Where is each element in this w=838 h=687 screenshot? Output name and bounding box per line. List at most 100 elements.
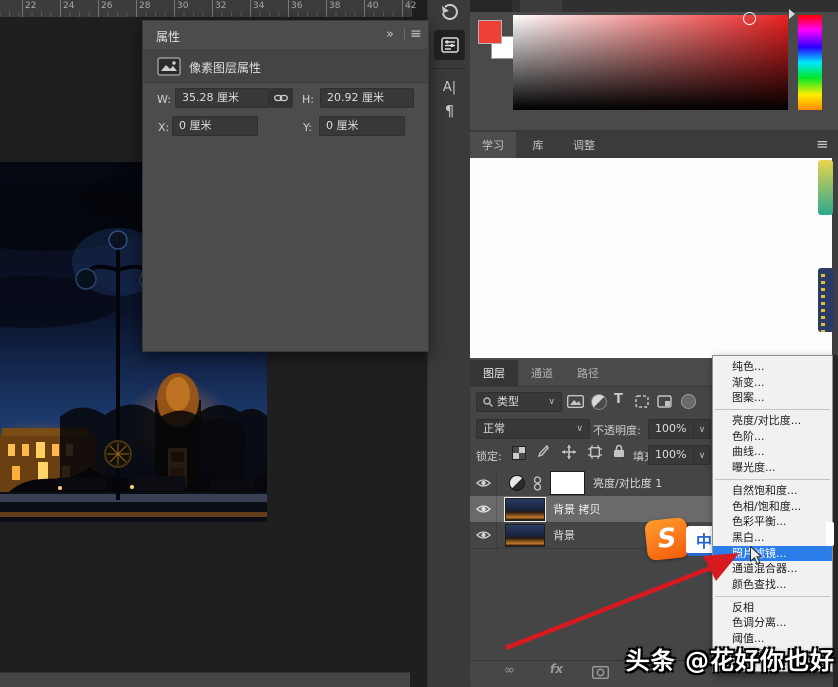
width-input[interactable]: 35.28 厘米 xyxy=(175,88,269,108)
swatches-tab-stub[interactable] xyxy=(520,0,562,12)
lock-position-icon[interactable] xyxy=(562,445,576,459)
filter-shape-icon[interactable] xyxy=(635,395,649,408)
tab-paths[interactable]: 路径 xyxy=(566,360,610,386)
layer-thumbnail[interactable] xyxy=(505,524,545,547)
menu-item-photo-filter[interactable]: 照片滤镜... xyxy=(713,546,832,562)
ruler-tick: 26 xyxy=(101,1,112,11)
layer-name: 背景 拷贝 xyxy=(553,501,601,517)
menu-item-levels[interactable]: 色阶... xyxy=(713,429,832,445)
lock-paint-icon[interactable] xyxy=(536,445,549,459)
ruler-tick: 34 xyxy=(253,1,264,11)
layer-mask-thumbnail[interactable] xyxy=(550,471,585,495)
lock-all-icon[interactable] xyxy=(613,444,625,458)
menu-separator xyxy=(715,596,830,597)
blend-mode-select[interactable]: 正常 ∨ xyxy=(476,419,590,439)
hue-slider[interactable] xyxy=(798,15,822,110)
opacity-value[interactable]: 100% xyxy=(648,419,696,439)
color-tab-stub[interactable] xyxy=(470,0,512,12)
panel-menu-icon[interactable]: ≡ xyxy=(816,135,829,153)
filter-toggle-icon[interactable] xyxy=(681,394,696,409)
tab-channels[interactable]: 通道 xyxy=(520,360,564,386)
menu-item-channel-mixer[interactable]: 通道混合器... xyxy=(713,561,832,577)
menu-item-pattern[interactable]: 图案... xyxy=(713,390,832,406)
menu-item-gradient[interactable]: 渐变... xyxy=(713,375,832,391)
properties-header: 像素图层属性 xyxy=(143,50,428,83)
filter-image-icon[interactable] xyxy=(567,395,584,408)
menu-item-posterize[interactable]: 色调分离... xyxy=(713,615,832,631)
layer-thumbnail[interactable] xyxy=(505,498,545,521)
x-input[interactable]: 0 厘米 xyxy=(172,116,258,136)
menu-item-hue-saturation[interactable]: 色相/饱和度... xyxy=(713,499,832,515)
character-panel-icon[interactable]: A| xyxy=(434,74,465,100)
visibility-toggle[interactable] xyxy=(470,522,497,548)
layer-filter-kind[interactable]: 类型 ∨ xyxy=(476,392,562,412)
filter-kind-label: 类型 xyxy=(497,393,544,411)
properties-titlebar[interactable]: 属性 » ≡ xyxy=(143,21,428,50)
tab-learn[interactable]: 学习 xyxy=(470,132,516,158)
filter-smart-object-icon[interactable] xyxy=(657,395,672,408)
menu-item-vibrance[interactable]: 自然饱和度... xyxy=(713,483,832,499)
layer-effects-icon[interactable]: fx xyxy=(550,662,563,676)
ruler-tick: 36 xyxy=(291,1,302,11)
opacity-label: 不透明度: xyxy=(593,422,641,438)
paragraph-panel-icon[interactable]: ¶ xyxy=(434,98,465,124)
add-mask-icon[interactable] xyxy=(592,666,609,679)
fill-dropdown-button[interactable]: ∨ xyxy=(693,445,711,465)
titlebar-divider xyxy=(404,28,405,41)
eye-icon xyxy=(476,504,491,514)
lock-label: 锁定: xyxy=(476,448,502,464)
ime-toolbar-fragment xyxy=(826,522,834,546)
properties-menu-icon[interactable]: ≡ xyxy=(410,26,422,42)
opacity-dropdown-button[interactable]: ∨ xyxy=(693,419,711,439)
hue-slider-marker[interactable] xyxy=(789,9,795,19)
panel-tab-row: 学习 库 调整 ≡ xyxy=(470,130,838,158)
filter-type-icon[interactable]: T xyxy=(614,392,623,407)
tab-library[interactable]: 库 xyxy=(518,132,558,158)
sogou-logo[interactable]: S xyxy=(644,517,690,561)
link-dimensions-button[interactable] xyxy=(269,88,293,108)
panel-dock: A| ¶ xyxy=(427,0,471,687)
height-label: H: xyxy=(302,93,314,106)
tab-layers[interactable]: 图层 xyxy=(470,360,518,386)
search-icon xyxy=(483,397,493,407)
menu-item-color-balance[interactable]: 色彩平衡... xyxy=(713,514,832,530)
menu-item-curves[interactable]: 曲线... xyxy=(713,444,832,460)
width-label: W: xyxy=(157,93,171,106)
ruler-tick: 22 xyxy=(25,1,36,11)
lock-artboard-icon[interactable] xyxy=(588,445,602,459)
properties-panel-icon[interactable] xyxy=(434,30,465,60)
horizontal-ruler[interactable]: 22 24 26 28 30 32 34 36 38 40 42 xyxy=(0,0,412,18)
chevron-down-icon: ∨ xyxy=(576,420,583,438)
layer-row-adjustment[interactable]: 亮度/对比度 1 xyxy=(470,470,712,497)
filter-adjustment-icon[interactable] xyxy=(591,394,607,410)
learn-panel-content xyxy=(470,158,832,358)
history-panel-icon[interactable] xyxy=(434,0,465,26)
y-input[interactable]: 0 厘米 xyxy=(319,116,405,136)
lock-transparency-icon[interactable] xyxy=(512,446,526,460)
chevron-down-icon: ∨ xyxy=(548,393,555,411)
link-layers-icon[interactable]: ∞ xyxy=(504,663,515,678)
menu-item-invert[interactable]: 反相 xyxy=(713,600,832,616)
visibility-toggle[interactable] xyxy=(470,470,497,496)
menu-item-brightness-contrast[interactable]: 亮度/对比度... xyxy=(713,413,832,429)
foreground-color-swatch[interactable] xyxy=(478,20,502,44)
ruler-tick: 24 xyxy=(63,1,74,11)
properties-title: 属性 xyxy=(156,28,180,45)
menu-item-exposure[interactable]: 曝光度... xyxy=(713,460,832,476)
ime-mode-label: 中 xyxy=(696,528,712,552)
ruler-tick: 30 xyxy=(177,1,188,11)
sogou-s-glyph: S xyxy=(656,523,678,555)
layer-name: 亮度/对比度 1 xyxy=(593,475,662,491)
menu-item-solid-color[interactable]: 纯色... xyxy=(713,359,832,375)
menu-item-black-white[interactable]: 黑白... xyxy=(713,530,832,546)
menu-item-color-lookup[interactable]: 颜色查找... xyxy=(713,577,832,593)
ruler-tick: 42 xyxy=(405,1,416,11)
height-input[interactable]: 20.92 厘米 xyxy=(320,88,414,108)
visibility-toggle[interactable] xyxy=(470,496,497,522)
collapse-panel-icon[interactable]: » xyxy=(386,27,394,42)
color-picker-marker[interactable] xyxy=(743,12,756,25)
tab-adjustments[interactable]: 调整 xyxy=(560,132,608,158)
color-saturation-field[interactable] xyxy=(513,15,788,110)
fill-value[interactable]: 100% xyxy=(648,445,696,465)
screen-right-edge xyxy=(833,355,838,687)
